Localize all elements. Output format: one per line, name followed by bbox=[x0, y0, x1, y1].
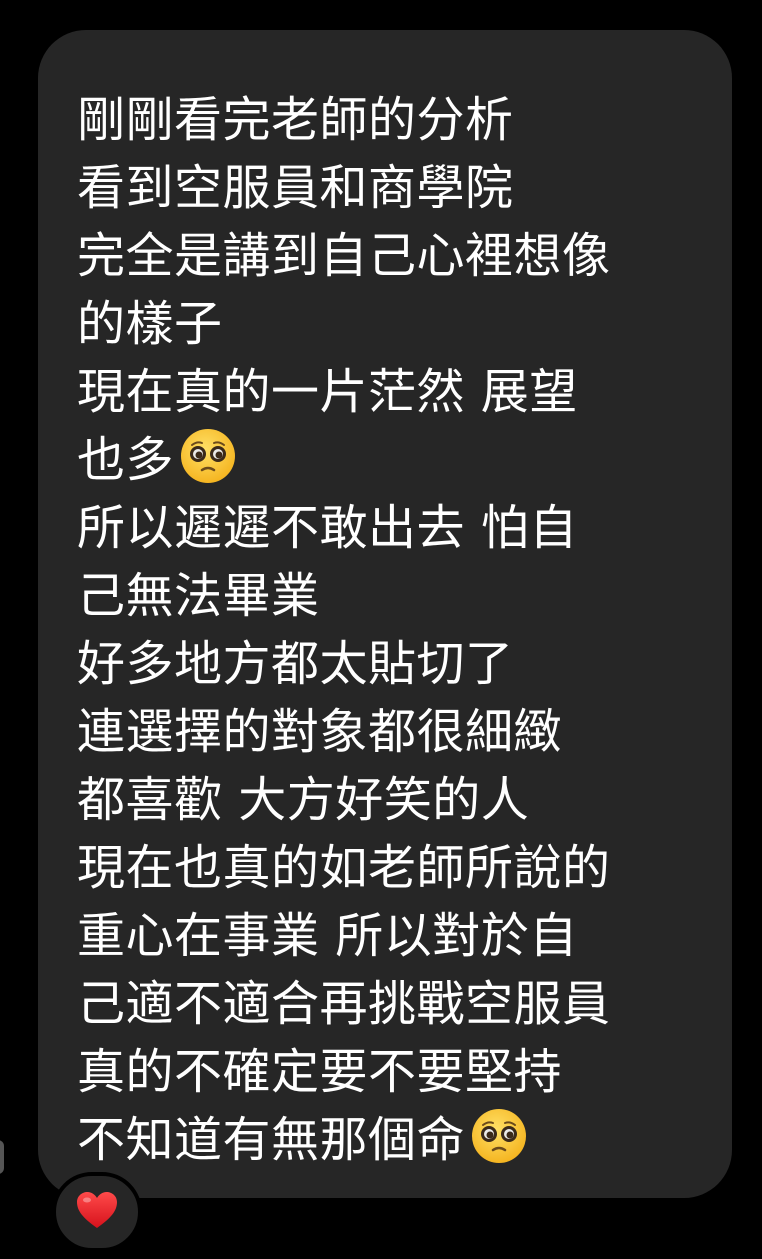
message-line: 己無法畢業 bbox=[77, 568, 320, 624]
avatar-edge bbox=[0, 1140, 4, 1174]
message-line: 剛剛看完老師的分析 bbox=[77, 92, 514, 148]
red-heart-icon bbox=[75, 1190, 119, 1234]
message-line: 重心在事業 所以對於自 bbox=[77, 908, 578, 964]
pleading-face-emoji-icon bbox=[471, 1108, 527, 1182]
message-line: 看到空服員和商學院 bbox=[77, 160, 514, 216]
message-line: 的樣子 bbox=[77, 296, 223, 352]
message-line-with-emoji: 也多 bbox=[77, 426, 712, 494]
message-line: 己適不適合再挑戰空服員 bbox=[77, 976, 611, 1032]
message-line-with-emoji: 不知道有無那個命 bbox=[77, 1106, 712, 1174]
message-line: 都喜歡 大方好笑的人 bbox=[77, 772, 530, 828]
message-line: 完全是講到自己心裡想像 bbox=[77, 228, 611, 284]
message-line: 現在真的一片茫然 展望 bbox=[77, 364, 578, 420]
message-bubble[interactable]: 剛剛看完老師的分析 看到空服員和商學院 完全是講到自己心裡想像 的樣子 現在真的… bbox=[38, 30, 732, 1198]
reaction-badge[interactable] bbox=[52, 1172, 142, 1252]
message-line-text: 也多 bbox=[77, 432, 175, 488]
message-line: 所以遲遲不敢出去 怕自 bbox=[77, 500, 578, 556]
pleading-face-emoji-icon bbox=[180, 428, 236, 502]
message-line: 好多地方都太貼切了 bbox=[77, 636, 514, 692]
message-line-text: 不知道有無那個命 bbox=[77, 1112, 466, 1168]
message-line: 真的不確定要不要堅持 bbox=[77, 1044, 563, 1100]
message-line: 連選擇的對象都很細緻 bbox=[77, 704, 563, 760]
message-line: 現在也真的如老師所說的 bbox=[77, 840, 611, 896]
